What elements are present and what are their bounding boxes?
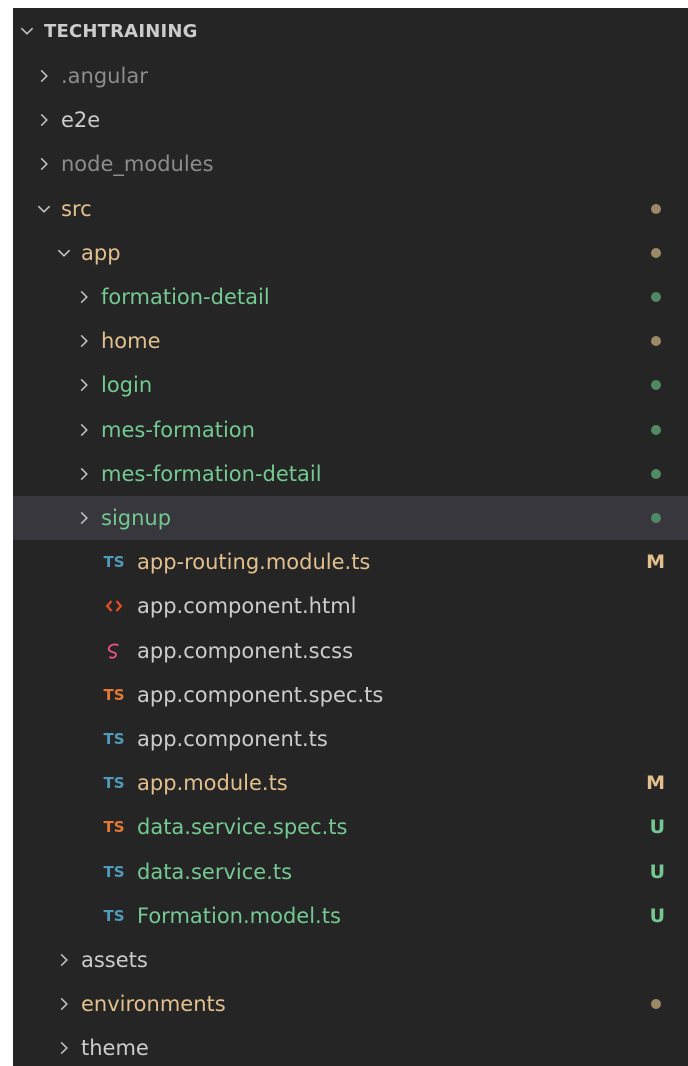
chevron-right-icon[interactable] (53, 993, 75, 1015)
folder-item-src[interactable]: src (13, 187, 688, 231)
html-file-icon (101, 596, 127, 616)
chevron-right-icon[interactable] (73, 463, 95, 485)
ts-file-icon: TS (103, 906, 125, 925)
folder-item-theme[interactable]: theme (13, 1026, 688, 1066)
chevron-down-icon (16, 20, 38, 42)
chevron-right-icon[interactable] (53, 949, 75, 971)
ts-file-icon: TS (103, 553, 125, 572)
git-status-badge: U (649, 816, 665, 839)
git-status-dot (651, 203, 661, 214)
file-label: data.service.ts (137, 859, 293, 884)
git-status-dot (651, 380, 661, 391)
chevron-right-icon[interactable] (73, 286, 95, 308)
git-status-dot (651, 513, 661, 523)
file-item-app-component-html[interactable]: app.component.html (13, 584, 688, 628)
git-status-dot (651, 292, 661, 302)
folder-label: mes-formation-detail (101, 461, 322, 486)
folder-item-formation-detail[interactable]: formation-detail (13, 275, 688, 319)
file-item-app-component-scss[interactable]: app.component.scss (13, 629, 688, 673)
chevron-right-icon[interactable] (73, 419, 95, 441)
folder-label: login (101, 373, 153, 398)
file-label: app.component.scss (137, 638, 354, 663)
folder-label: formation-detail (101, 285, 270, 309)
file-item-data-service-ts[interactable]: TS data.service.ts U (13, 850, 688, 894)
chevron-right-icon[interactable] (73, 374, 95, 396)
file-label: Formation.model.ts (137, 903, 341, 928)
chevron-right-icon[interactable] (33, 153, 55, 175)
file-item-app-component-spec-ts[interactable]: TS app.component.spec.ts (13, 673, 688, 717)
file-label: app.component.spec.ts (137, 682, 384, 707)
ts-spec-file-icon: TS (103, 818, 125, 837)
ts-file-icon: TS (103, 862, 125, 881)
file-label: app-routing.module.ts (137, 550, 371, 575)
git-status-dot (651, 468, 661, 479)
folder-item-assets[interactable]: assets (13, 938, 688, 982)
folder-label: e2e (61, 108, 101, 133)
folder-item-mes-formation-detail[interactable]: mes-formation-detail (13, 452, 688, 496)
git-status-dot (651, 247, 661, 258)
file-label: app.component.html (137, 594, 357, 619)
ts-file-icon: TS (103, 774, 125, 793)
folder-item-login[interactable]: login (13, 363, 688, 407)
git-status-badge: U (649, 904, 665, 927)
file-item-app-module-ts[interactable]: TS app.module.ts M (13, 761, 688, 805)
folder-item-signup[interactable]: signup (13, 496, 688, 540)
file-item-formation-model-ts[interactable]: TS Formation.model.ts U (13, 894, 688, 938)
chevron-right-icon[interactable] (53, 1037, 75, 1059)
git-status-badge: U (649, 860, 665, 883)
git-status-dot (651, 336, 661, 347)
git-status-badge: M (646, 551, 665, 574)
file-item-app-component-ts[interactable]: TS app.component.ts (13, 717, 688, 761)
chevron-down-icon[interactable] (53, 242, 75, 264)
folder-label: app (81, 240, 121, 265)
ts-file-icon: TS (103, 730, 125, 748)
folder-label: mes-formation (101, 417, 255, 442)
folder-item-home[interactable]: home (13, 319, 688, 363)
chevron-right-icon[interactable] (73, 507, 95, 529)
folder-label: assets (81, 948, 148, 972)
folder-item-app[interactable]: app (13, 231, 688, 275)
file-label: app.component.ts (137, 727, 328, 751)
folder-label: node_modules (61, 152, 214, 177)
file-item-app-routing-module-ts[interactable]: TS app-routing.module.ts M (13, 540, 688, 584)
folder-label: home (101, 329, 161, 354)
folder-label: .angular (61, 64, 148, 88)
chevron-right-icon[interactable] (33, 109, 55, 131)
scss-file-icon (101, 641, 127, 661)
folder-label: environments (81, 992, 226, 1017)
folder-item-node-modules[interactable]: node_modules (13, 142, 688, 186)
chevron-down-icon[interactable] (33, 198, 55, 220)
explorer-root-label: TECHTRAINING (44, 20, 198, 42)
folder-item-mes-formation[interactable]: mes-formation (13, 408, 688, 452)
explorer-panel: TECHTRAINING .angular e2e node_modulessrc a… (13, 8, 688, 1066)
folder-label: signup (101, 506, 172, 530)
folder-label: src (61, 196, 92, 221)
folder-item-environments[interactable]: environments (13, 982, 688, 1026)
file-item-data-service-spec-ts[interactable]: TS data.service.spec.ts U (13, 805, 688, 849)
folder-label: theme (81, 1036, 149, 1061)
git-status-dot (651, 424, 661, 435)
ts-spec-file-icon: TS (103, 685, 125, 704)
folder-item-e2e[interactable]: e2e (13, 98, 688, 142)
file-label: app.module.ts (137, 771, 288, 796)
git-status-badge: M (646, 772, 665, 795)
chevron-right-icon[interactable] (73, 330, 95, 352)
file-label: data.service.spec.ts (137, 815, 348, 840)
folder-item-angular[interactable]: .angular (13, 54, 688, 98)
chevron-right-icon[interactable] (33, 65, 55, 87)
explorer-root-folder[interactable]: TECHTRAINING (13, 8, 688, 54)
git-status-dot (651, 999, 661, 1010)
